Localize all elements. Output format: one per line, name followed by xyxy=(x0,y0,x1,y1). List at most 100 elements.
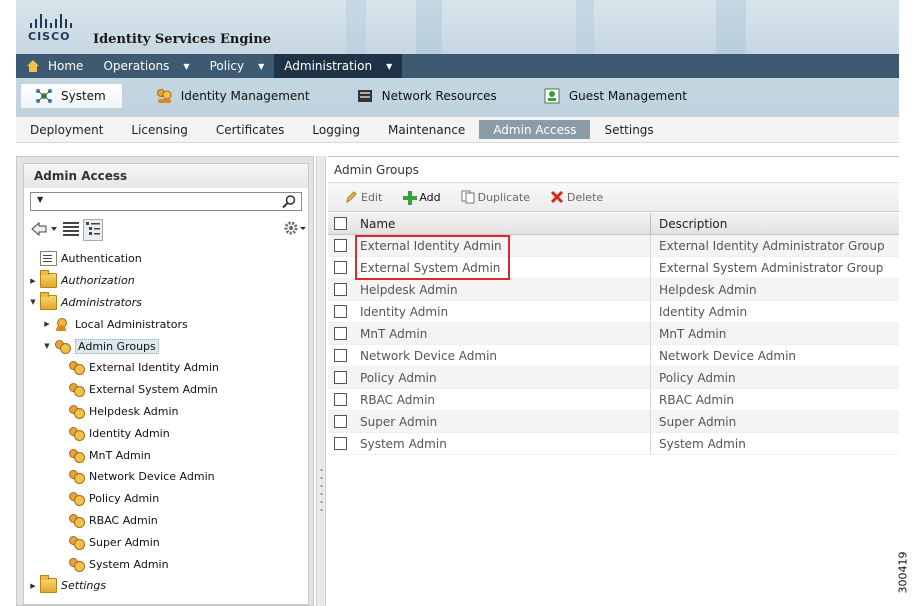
sub-menubar: System Identity Management Network Resou… xyxy=(16,80,899,112)
cell-description: System Admin xyxy=(659,436,746,451)
tree-node-admin-groups[interactable]: ▼ Admin Groups xyxy=(24,335,308,357)
tree-node-authorization[interactable]: ▶ Authorization xyxy=(24,270,308,292)
table-row[interactable]: Network Device Admin Network Device Admin xyxy=(328,345,899,367)
splitter-grip-icon[interactable] xyxy=(320,466,323,516)
cell-description: RBAC Admin xyxy=(659,392,735,407)
tree-node-mnt-admin[interactable]: MnT Admin xyxy=(24,444,308,466)
cell-description: MnT Admin xyxy=(659,326,727,341)
user-group-icon xyxy=(68,426,85,441)
duplicate-button[interactable]: Duplicate xyxy=(461,190,530,204)
menu-administration[interactable]: Administration ▼ xyxy=(274,54,403,78)
row-checkbox[interactable] xyxy=(334,371,347,384)
tree-node-administrators[interactable]: ▼ Administrators xyxy=(24,291,308,314)
submenu-identity-management[interactable]: Identity Management xyxy=(141,83,324,109)
tree-node-super-admin[interactable]: Super Admin xyxy=(24,531,308,553)
gear-icon[interactable] xyxy=(282,219,308,240)
tab-settings[interactable]: Settings xyxy=(590,120,667,139)
tree-node-label: External Identity Admin xyxy=(89,361,219,375)
tree-search-input[interactable]: ▼ xyxy=(30,192,302,211)
cell-name: RBAC Admin xyxy=(360,389,651,410)
row-checkbox[interactable] xyxy=(334,305,347,318)
cell-name: Super Admin xyxy=(360,411,651,432)
table-row[interactable]: Policy Admin Policy Admin xyxy=(328,367,899,389)
user-group-icon xyxy=(68,469,85,485)
tree-node-local-administrators[interactable]: ▶ Local Administrators xyxy=(24,313,308,335)
row-checkbox[interactable] xyxy=(334,437,347,450)
add-button[interactable]: Add xyxy=(402,190,441,205)
user-group-icon xyxy=(68,535,85,550)
tree-node-identity-admin[interactable]: Identity Admin xyxy=(24,422,308,444)
menu-operations[interactable]: Operations ▼ xyxy=(93,54,199,78)
cell-name: Helpdesk Admin xyxy=(360,279,651,300)
submenu-network-resources[interactable]: Network Resources xyxy=(342,83,511,109)
row-checkbox[interactable] xyxy=(334,327,347,340)
delete-x-icon xyxy=(550,190,564,204)
table-row[interactable]: Super Admin Super Admin xyxy=(328,411,899,433)
tree-node-settings[interactable]: ▶ Settings xyxy=(24,575,308,597)
tree-node-network-device-admin[interactable]: Network Device Admin xyxy=(24,466,308,488)
back-arrow-icon[interactable] xyxy=(30,220,58,241)
panel-splitter[interactable] xyxy=(316,156,326,606)
tree-view-icon[interactable] xyxy=(83,219,103,241)
cisco-logo-bars-icon xyxy=(30,14,84,28)
column-header-name[interactable]: Name xyxy=(360,213,651,234)
header-decoration xyxy=(716,0,746,54)
row-checkbox[interactable] xyxy=(334,239,347,252)
tab-maintenance[interactable]: Maintenance xyxy=(374,120,479,139)
tree-node-label: External System Admin xyxy=(89,383,218,397)
row-checkbox[interactable] xyxy=(334,283,347,296)
tree-node-external-system-admin[interactable]: External System Admin xyxy=(24,379,308,401)
system-icon xyxy=(35,88,53,104)
row-checkbox[interactable] xyxy=(334,261,347,274)
expand-down-icon[interactable]: ▼ xyxy=(42,342,52,350)
row-checkbox[interactable] xyxy=(334,415,347,428)
table-row[interactable]: Identity Admin Identity Admin xyxy=(328,301,899,323)
table-row[interactable]: MnT Admin MnT Admin xyxy=(328,323,899,345)
tree-node-label: Authentication xyxy=(61,252,142,266)
figure-id-text: 300419 xyxy=(896,551,910,594)
tree-node-label: Network Device Admin xyxy=(89,470,215,484)
table-row[interactable]: Helpdesk Admin Helpdesk Admin xyxy=(328,279,899,301)
tab-licensing[interactable]: Licensing xyxy=(117,120,201,139)
delete-button[interactable]: Delete xyxy=(550,190,603,204)
cell-description: Helpdesk Admin xyxy=(659,282,757,297)
admin-tabs: Deployment Licensing Certificates Logging Ma… xyxy=(16,117,899,143)
menu-home-label: Home xyxy=(48,59,84,73)
row-checkbox[interactable] xyxy=(334,393,347,406)
tab-admin-access[interactable]: Admin Access xyxy=(479,120,591,139)
table-row[interactable]: RBAC Admin RBAC Admin xyxy=(328,389,899,411)
tab-deployment[interactable]: Deployment xyxy=(16,120,117,139)
edit-button[interactable]: Edit xyxy=(344,190,382,204)
chevron-down-icon: ▼ xyxy=(183,61,190,71)
app-title: Identity Services Engine xyxy=(93,32,272,47)
tree-node-policy-admin[interactable]: Policy Admin xyxy=(24,488,308,510)
expand-right-icon[interactable]: ▶ xyxy=(42,320,52,328)
chevron-down-icon[interactable]: ▼ xyxy=(37,195,43,204)
expand-down-icon[interactable]: ▼ xyxy=(28,298,38,306)
expand-right-icon[interactable]: ▶ xyxy=(28,277,38,285)
search-icon[interactable] xyxy=(281,194,297,209)
tree-node-rbac-admin[interactable]: RBAC Admin xyxy=(24,510,308,532)
expand-right-icon[interactable]: ▶ xyxy=(28,582,38,590)
select-all-checkbox[interactable] xyxy=(334,217,347,230)
submenu-guest-management[interactable]: Guest Management xyxy=(529,83,701,109)
add-button-label: Add xyxy=(419,190,441,204)
table-header: Name Description xyxy=(328,213,899,235)
table-row[interactable]: System Admin System Admin xyxy=(328,433,899,455)
tab-certificates[interactable]: Certificates xyxy=(202,120,299,139)
list-view-icon[interactable] xyxy=(62,220,80,240)
row-checkbox[interactable] xyxy=(334,349,347,362)
menu-home[interactable]: Home xyxy=(16,54,93,78)
tree-node-helpdesk-admin[interactable]: Helpdesk Admin xyxy=(24,401,308,423)
tree-node-authentication[interactable]: Authentication xyxy=(24,248,308,270)
submenu-system[interactable]: System xyxy=(20,83,123,109)
tree-node-external-identity-admin[interactable]: External Identity Admin xyxy=(24,357,308,379)
menu-policy[interactable]: Policy ▼ xyxy=(200,54,275,78)
tab-logging[interactable]: Logging xyxy=(298,120,374,139)
folder-icon xyxy=(40,270,57,289)
submenu-network-resources-label: Network Resources xyxy=(381,89,497,103)
tree-node-system-admin[interactable]: System Admin xyxy=(24,553,308,575)
cell-name: Network Device Admin xyxy=(360,345,651,366)
column-header-description[interactable]: Description xyxy=(651,217,727,231)
admin-groups-toolbar: Edit Add Duplicate Delete xyxy=(328,182,899,212)
